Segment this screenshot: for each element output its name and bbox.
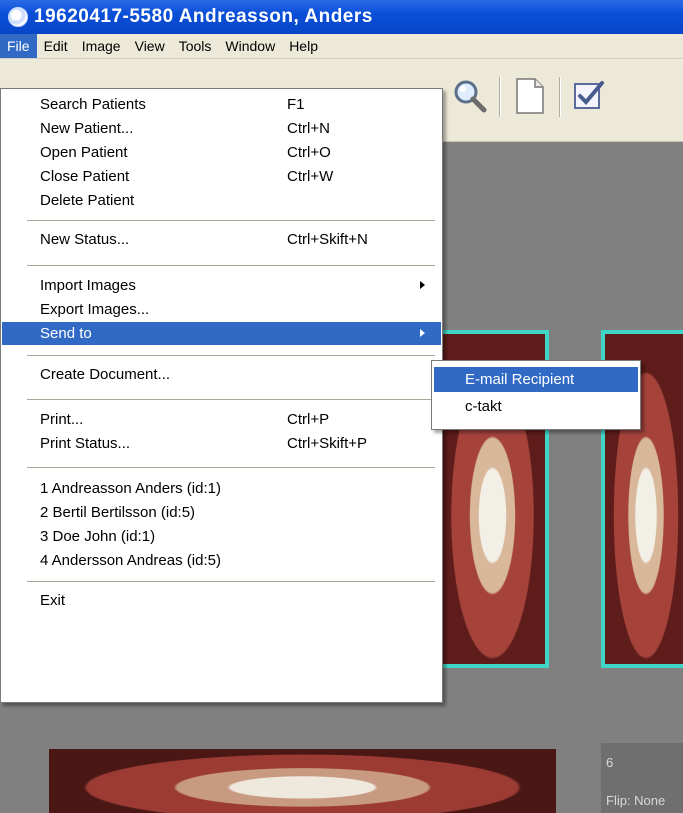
menu-item-recent-patient-2[interactable]: 2 Bertil Bertilsson (id:5) — [2, 501, 441, 524]
menu-item-exit[interactable]: Exit — [2, 589, 441, 612]
new-document-icon — [516, 78, 544, 114]
menu-item-label: Print Status... — [40, 435, 131, 452]
menu-file[interactable]: File — [0, 34, 37, 58]
menu-item-new-status[interactable]: New Status... Ctrl+Skift+N — [2, 228, 441, 251]
menu-separator — [27, 220, 435, 222]
menu-item-recent-patient-1[interactable]: 1 Andreasson Anders (id:1) — [2, 477, 441, 500]
menu-item-shortcut: Ctrl+N — [287, 120, 330, 137]
menu-item-recent-patient-4[interactable]: 4 Andersson Andreas (id:5) — [2, 549, 441, 572]
image-number: 6 — [606, 755, 614, 770]
menu-item-label: New Patient... — [40, 120, 134, 137]
menu-bar: File Edit Image View Tools Window Help — [0, 34, 683, 59]
menu-edit[interactable]: Edit — [37, 34, 75, 58]
submenu-arrow-icon — [420, 329, 425, 337]
menu-item-shortcut: F1 — [287, 96, 305, 113]
file-menu-dropdown: Search Patients F1 New Patient... Ctrl+N… — [0, 88, 443, 703]
checklist-icon — [574, 81, 604, 109]
menu-item-label: Close Patient — [40, 168, 130, 185]
menu-item-recent-patient-3[interactable]: 3 Doe John (id:1) — [2, 525, 441, 548]
image-photo[interactable] — [49, 749, 556, 813]
menu-item-label: 3 Doe John (id:1) — [40, 528, 156, 545]
image-flip-info: Flip: None — [606, 793, 666, 808]
menu-separator — [27, 467, 435, 469]
menu-item-label: Search Patients — [40, 96, 146, 113]
menu-item-shortcut: Ctrl+O — [287, 144, 331, 161]
menu-item-shortcut: Ctrl+W — [287, 168, 334, 185]
toolbar-separator — [499, 77, 501, 117]
checklist-button[interactable] — [567, 74, 611, 118]
magnifier-icon — [454, 80, 487, 113]
app-icon — [8, 7, 28, 27]
menu-item-delete-patient[interactable]: Delete Patient — [2, 189, 441, 212]
menu-item-import-images[interactable]: Import Images — [2, 274, 441, 297]
menu-item-new-patient[interactable]: New Patient... Ctrl+N — [2, 117, 441, 140]
menu-item-label: Exit — [40, 592, 66, 609]
menu-help[interactable]: Help — [282, 34, 325, 58]
menu-item-label: 2 Bertil Bertilsson (id:5) — [40, 504, 196, 521]
menu-item-label: Export Images... — [40, 301, 150, 318]
menu-window[interactable]: Window — [218, 34, 282, 58]
menu-item-open-patient[interactable]: Open Patient Ctrl+O — [2, 141, 441, 164]
menu-item-print-status[interactable]: Print Status... Ctrl+Skift+P — [2, 432, 441, 455]
title-bar[interactable]: 19620417-5580 Andreasson, Anders — [0, 0, 683, 34]
menu-item-label: 1 Andreasson Anders (id:1) — [40, 480, 221, 497]
menu-item-close-patient[interactable]: Close Patient Ctrl+W — [2, 165, 441, 188]
menu-separator — [27, 355, 435, 357]
menu-item-label: Create Document... — [40, 366, 171, 383]
submenu-arrow-icon — [420, 281, 425, 289]
submenu-item-email-recipient[interactable]: E-mail Recipient — [434, 367, 638, 392]
menu-item-label: Open Patient — [40, 144, 128, 161]
send-to-submenu: E-mail Recipient c-takt — [431, 360, 641, 430]
menu-item-shortcut: Ctrl+P — [287, 411, 330, 428]
menu-item-send-to[interactable]: Send to — [2, 322, 441, 345]
menu-item-shortcut: Ctrl+Skift+P — [287, 435, 368, 452]
submenu-item-label: E-mail Recipient — [465, 371, 575, 388]
menu-item-label: Delete Patient — [40, 192, 135, 209]
menu-item-shortcut: Ctrl+Skift+N — [287, 231, 368, 248]
window-title: 19620417-5580 Andreasson, Anders — [34, 6, 373, 27]
magnifier-button[interactable] — [448, 74, 492, 118]
menu-item-print[interactable]: Print... Ctrl+P — [2, 408, 441, 431]
menu-item-export-images[interactable]: Export Images... — [2, 298, 441, 321]
menu-item-label: Print... — [40, 411, 84, 428]
menu-view[interactable]: View — [128, 34, 172, 58]
submenu-item-c-takt[interactable]: c-takt — [434, 394, 638, 419]
menu-item-label: New Status... — [40, 231, 130, 248]
menu-item-label: Send to — [40, 325, 92, 342]
menu-separator — [27, 581, 435, 583]
menu-item-label: 4 Andersson Andreas (id:5) — [40, 552, 221, 569]
menu-item-label: Import Images — [40, 277, 136, 294]
toolbar-separator — [559, 77, 561, 117]
new-document-button[interactable] — [508, 74, 552, 118]
menu-item-search-patients[interactable]: Search Patients F1 — [2, 93, 441, 116]
menu-separator — [27, 399, 435, 401]
menu-tools[interactable]: Tools — [172, 34, 219, 58]
submenu-item-label: c-takt — [465, 398, 502, 415]
image-info-panel: 6 Flip: None — [601, 743, 683, 813]
menu-item-create-document[interactable]: Create Document... — [2, 363, 441, 386]
menu-image[interactable]: Image — [75, 34, 128, 58]
menu-separator — [27, 265, 435, 267]
